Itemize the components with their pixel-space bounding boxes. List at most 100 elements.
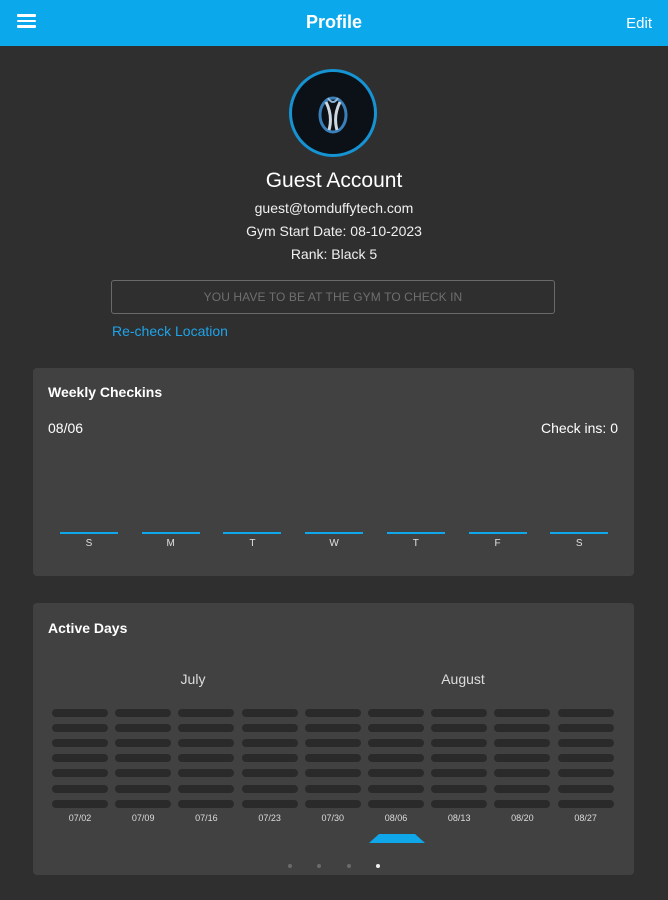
day-cell[interactable] bbox=[115, 799, 172, 808]
day-cell[interactable] bbox=[115, 724, 172, 733]
day-cell[interactable] bbox=[304, 799, 361, 808]
day-cell[interactable] bbox=[368, 754, 424, 763]
day-cell[interactable] bbox=[494, 754, 551, 763]
day-cell[interactable] bbox=[241, 784, 298, 793]
day-cell[interactable] bbox=[178, 709, 235, 717]
profile-email: guest@tomduffytech.com bbox=[254, 200, 414, 216]
day-cell[interactable] bbox=[494, 769, 551, 778]
day-cell[interactable] bbox=[52, 739, 108, 748]
week-label[interactable]: 07/30 bbox=[305, 813, 361, 823]
day-cell[interactable] bbox=[241, 754, 298, 763]
day-cell[interactable] bbox=[368, 739, 424, 748]
day-cell[interactable] bbox=[494, 739, 551, 748]
week-label[interactable]: 07/16 bbox=[178, 813, 234, 823]
week-label[interactable]: 08/27 bbox=[558, 813, 614, 823]
day-cell[interactable] bbox=[52, 724, 108, 733]
day-cell[interactable] bbox=[52, 754, 108, 763]
edit-button[interactable]: Edit bbox=[626, 15, 652, 32]
week-label[interactable]: 07/02 bbox=[52, 813, 108, 823]
day-cell[interactable] bbox=[241, 769, 298, 778]
profile-name: Guest Account bbox=[265, 169, 403, 192]
day-cell[interactable] bbox=[431, 709, 488, 717]
rank: Rank: Black 5 bbox=[290, 246, 378, 262]
day-cell[interactable] bbox=[115, 709, 172, 717]
day-cell[interactable] bbox=[304, 739, 361, 748]
week-label[interactable]: 07/23 bbox=[242, 813, 298, 823]
day-label: T bbox=[249, 538, 256, 549]
selected-week-indicator bbox=[369, 834, 425, 843]
day-cell[interactable] bbox=[368, 709, 424, 717]
month-label: July bbox=[180, 671, 206, 687]
day-cell[interactable] bbox=[494, 799, 551, 808]
day-cell[interactable] bbox=[52, 799, 108, 808]
day-cell[interactable] bbox=[178, 754, 235, 763]
day-cell[interactable] bbox=[115, 754, 172, 763]
day-bar bbox=[468, 532, 527, 534]
day-cell[interactable] bbox=[304, 709, 361, 717]
day-cell[interactable] bbox=[304, 784, 361, 793]
day-cell[interactable] bbox=[178, 799, 235, 808]
day-cell[interactable] bbox=[304, 754, 361, 763]
weekly-checkins-title: Weekly Checkins bbox=[48, 384, 163, 400]
day-cell[interactable] bbox=[431, 754, 488, 763]
day-cell[interactable] bbox=[431, 724, 488, 733]
day-cell[interactable] bbox=[178, 739, 235, 748]
day-cell[interactable] bbox=[52, 709, 108, 717]
day-cell[interactable] bbox=[368, 799, 424, 808]
day-cell[interactable] bbox=[494, 709, 551, 717]
day-cell[interactable] bbox=[52, 769, 108, 778]
day-cell[interactable] bbox=[115, 784, 172, 793]
week-label: 08/06 bbox=[48, 420, 84, 436]
day-cell[interactable] bbox=[431, 769, 488, 778]
page-dot[interactable] bbox=[317, 864, 322, 868]
day-cell[interactable] bbox=[368, 784, 424, 793]
week-label[interactable]: 08/06 bbox=[368, 813, 424, 823]
day-cell[interactable] bbox=[115, 769, 172, 778]
week-label[interactable]: 07/09 bbox=[115, 813, 171, 823]
day-cell[interactable] bbox=[557, 754, 614, 763]
day-bar bbox=[386, 532, 445, 534]
day-cell[interactable] bbox=[494, 724, 551, 733]
day-cell[interactable] bbox=[494, 784, 551, 793]
day-cell[interactable] bbox=[178, 769, 235, 778]
day-cell[interactable] bbox=[304, 724, 361, 733]
day-cell[interactable] bbox=[557, 709, 614, 717]
weekly-checkins-card: Weekly Checkins 08/06 Check ins: 0 S M T W T… bbox=[33, 368, 634, 576]
day-cell[interactable] bbox=[178, 724, 235, 733]
day-cell[interactable] bbox=[241, 709, 298, 717]
day-label: S bbox=[575, 538, 583, 549]
day-cell[interactable] bbox=[557, 799, 614, 808]
day-cell[interactable] bbox=[431, 784, 488, 793]
day-cell[interactable] bbox=[368, 769, 424, 778]
gym-logo-icon bbox=[294, 74, 372, 152]
day-cell[interactable] bbox=[368, 724, 424, 733]
app-bar: Profile Edit bbox=[0, 0, 668, 46]
day-cell[interactable] bbox=[178, 784, 235, 793]
day-cell[interactable] bbox=[241, 739, 298, 748]
page-dot[interactable] bbox=[375, 864, 380, 868]
check-in-button[interactable]: YOU HAVE TO BE AT THE GYM TO CHECK IN bbox=[111, 280, 555, 314]
page-dot[interactable] bbox=[346, 864, 351, 868]
day-label: W bbox=[329, 538, 339, 549]
day-label: S bbox=[85, 538, 93, 549]
day-cell[interactable] bbox=[431, 799, 488, 808]
week-label[interactable]: 08/13 bbox=[431, 813, 487, 823]
day-cell[interactable] bbox=[557, 784, 614, 793]
day-cell[interactable] bbox=[304, 769, 361, 778]
day-cell[interactable] bbox=[241, 724, 298, 733]
day-bar bbox=[550, 532, 609, 534]
day-cell[interactable] bbox=[557, 724, 614, 733]
day-label: F bbox=[494, 538, 501, 549]
avatar[interactable] bbox=[289, 69, 377, 157]
day-cell[interactable] bbox=[115, 739, 172, 748]
day-cell[interactable] bbox=[557, 769, 614, 778]
week-label[interactable]: 08/20 bbox=[494, 813, 550, 823]
day-cell[interactable] bbox=[431, 739, 488, 748]
day-cell[interactable] bbox=[557, 739, 614, 748]
page-dot[interactable] bbox=[288, 864, 292, 868]
gym-start-date: Gym Start Date: 08-10-2023 bbox=[246, 223, 422, 239]
day-cell[interactable] bbox=[241, 799, 298, 808]
recheck-location-link[interactable]: Re-check Location bbox=[112, 323, 228, 339]
day-cell[interactable] bbox=[52, 784, 108, 793]
active-days-card: Active Days July August 07/02 07/09 07/16 0… bbox=[33, 603, 634, 875]
